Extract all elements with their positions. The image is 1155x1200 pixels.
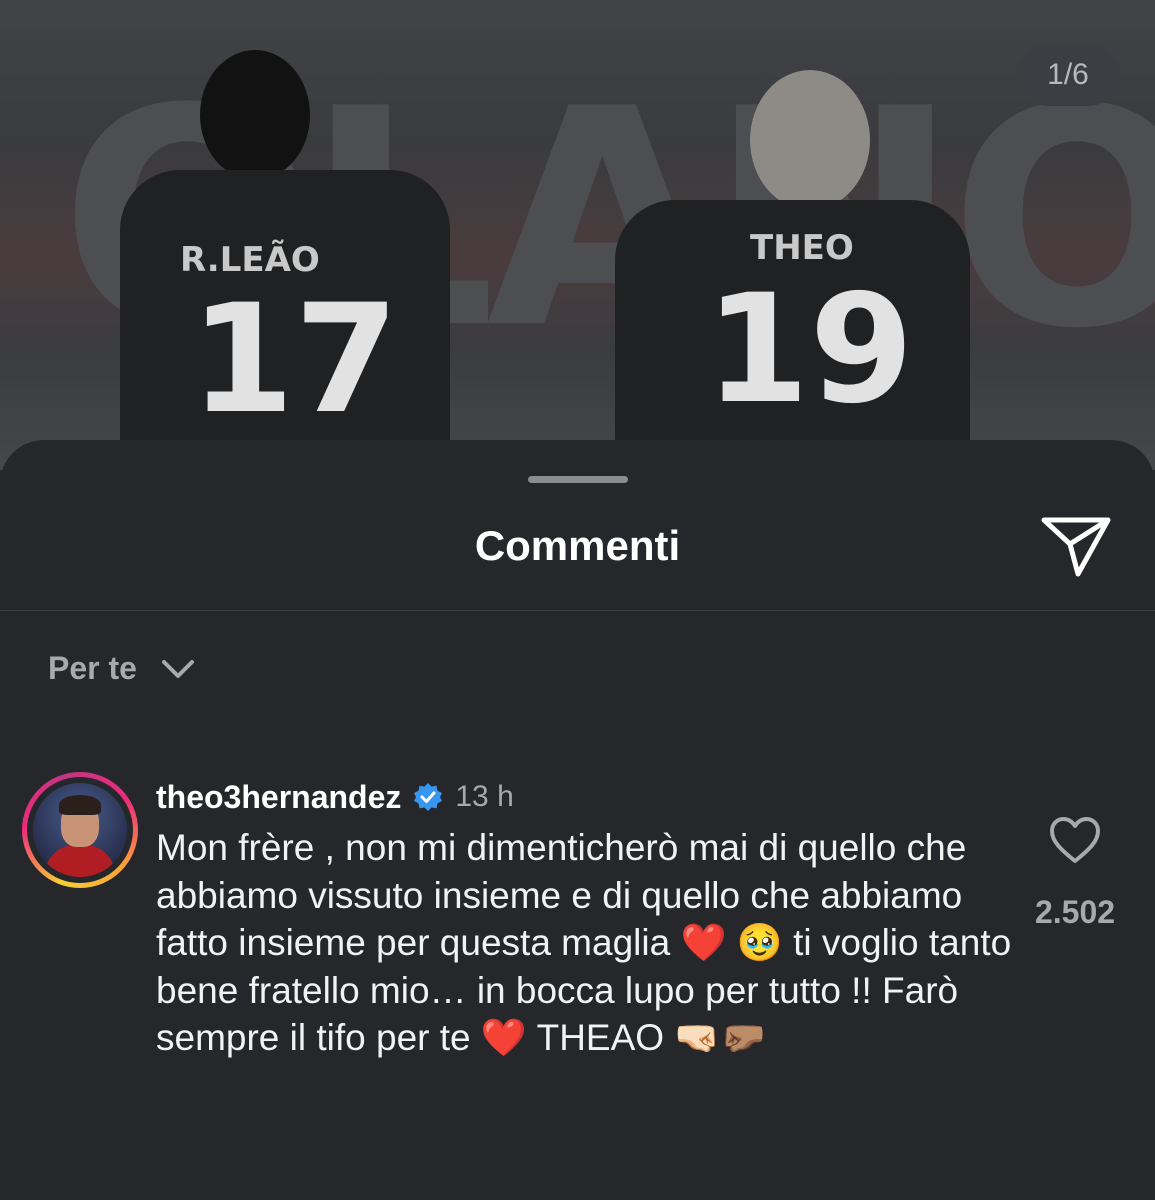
heart-outline-icon[interactable] xyxy=(1048,815,1102,865)
sort-dropdown[interactable]: Per te xyxy=(48,650,195,687)
comments-sheet: Commenti Per te theo3hernandez 13 h Mon … xyxy=(0,440,1155,1200)
sort-label: Per te xyxy=(48,650,137,686)
image-counter: 1/6 xyxy=(1017,44,1119,106)
sheet-title: Commenti xyxy=(474,522,681,569)
chevron-down-icon xyxy=(161,659,194,678)
post-image[interactable]: OLANO R.LEÃO 17 THEO 19 1/6 xyxy=(0,0,1155,470)
comment-username[interactable]: theo3hernandez xyxy=(156,779,401,816)
player-left-number: 17 xyxy=(190,273,399,447)
comment-item: theo3hernandez 13 h Mon frère , non mi d… xyxy=(156,776,1016,1062)
player-right-name: THEO xyxy=(750,228,854,268)
sheet-drag-handle[interactable] xyxy=(528,476,628,483)
paper-plane-icon[interactable] xyxy=(1040,514,1112,578)
comment-text: Mon frère , non mi dimenticherò mai di q… xyxy=(156,827,1012,1058)
avatar-photo xyxy=(33,783,127,877)
player-right: THEO 19 xyxy=(615,50,975,470)
like-count: 2.502 xyxy=(1034,894,1116,930)
player-right-number: 19 xyxy=(705,263,914,437)
avatar[interactable] xyxy=(22,772,138,888)
verified-badge-icon xyxy=(414,783,443,811)
comment-time: 13 h xyxy=(455,780,514,813)
player-left: R.LEÃO 17 xyxy=(120,20,460,470)
sheet-divider xyxy=(0,610,1155,611)
